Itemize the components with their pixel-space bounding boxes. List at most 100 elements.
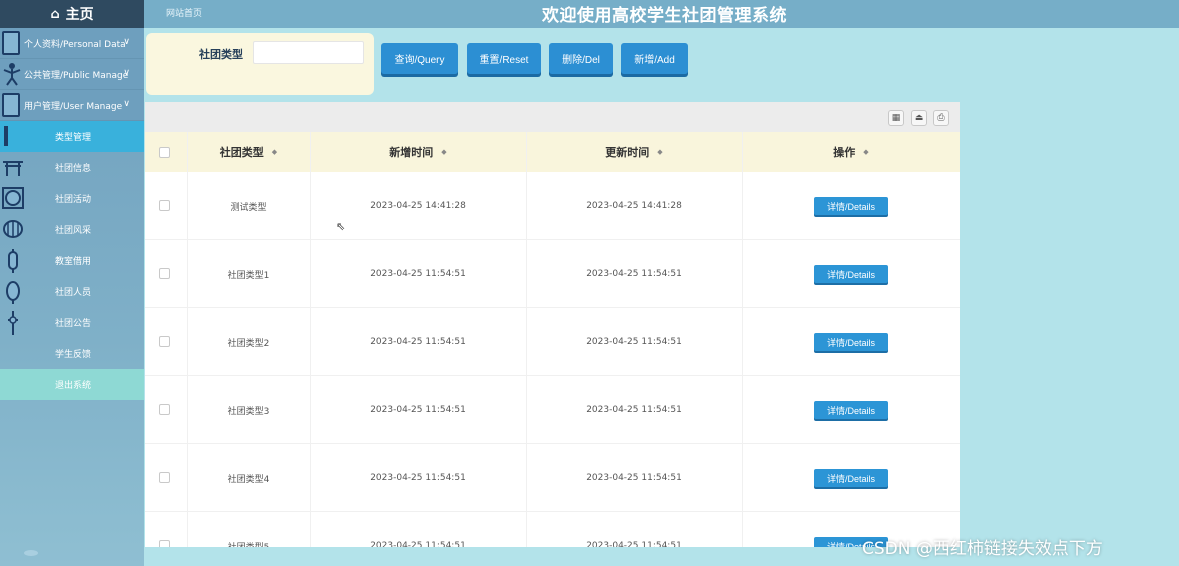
- cell-type: 社团类型4: [227, 474, 270, 485]
- column-header-label: 新增时间: [389, 146, 434, 159]
- decorative-dot: [24, 550, 38, 556]
- column-header-type[interactable]: 社团类型 ◆: [187, 132, 310, 172]
- cell-type: 社团类型2: [227, 338, 270, 349]
- table-row: 社团类型3 2023-04-25 11:54:51 2023-04-25 11:54…: [145, 376, 960, 444]
- page-title: 欢迎使用高校学生社团管理系统: [542, 6, 787, 26]
- sidebar-item-club-info[interactable]: 社团信息: [0, 152, 144, 183]
- column-header-created[interactable]: 新增时间 ◆: [310, 132, 526, 172]
- cell-created: 2023-04-25 11:54:51: [370, 541, 466, 547]
- sidebar-item-label: 社团风采: [55, 226, 92, 236]
- sidebar-item-type-manage[interactable]: 类型管理: [0, 121, 144, 152]
- gate-icon: [2, 156, 23, 178]
- cell-updated: 2023-04-25 11:54:51: [586, 541, 682, 547]
- chevron-down-icon: ∨: [123, 37, 130, 47]
- sidebar-item-label: 社团信息: [55, 164, 92, 174]
- details-button[interactable]: 详情/Details: [814, 401, 888, 419]
- sidebar-item-club-activity[interactable]: 社团活动: [0, 183, 144, 214]
- sidebar-item-label: 类型管理: [55, 133, 92, 143]
- cell-type: 社团类型1: [227, 270, 270, 281]
- sidebar-group-user-manage[interactable]: 用户管理/User Manage ∨: [0, 90, 144, 121]
- search-label: 社团类型: [199, 48, 243, 61]
- sidebar-item-club-notice[interactable]: 社团公告: [0, 307, 144, 338]
- details-button[interactable]: 详情/Details: [814, 265, 888, 283]
- sidebar: ⌂ 主页 个人资料/Personal Data ∨ 公共管理/Public Ma…: [0, 0, 144, 566]
- lantern-icon: [2, 280, 22, 304]
- mouse-cursor-icon: ⇖: [336, 220, 346, 233]
- table-header: 社团类型 ◆ 新增时间 ◆ 更新时间 ◆ 操作 ◆: [145, 132, 960, 172]
- details-button[interactable]: 详情/Details: [814, 333, 888, 351]
- column-header-label: 更新时间: [605, 146, 650, 159]
- sidebar-item-label: 社团公告: [55, 319, 92, 329]
- sidebar-item-label: 学生反馈: [55, 350, 92, 360]
- sidebar-group-label: 用户管理/User Manage: [24, 101, 123, 112]
- document-icon: [2, 93, 20, 117]
- capsule-icon: [2, 249, 22, 273]
- watermark: CSDN @西红柿链接失效点下方: [862, 539, 1103, 559]
- home-icon: ⌂: [50, 6, 60, 22]
- chevron-down-icon: ∨: [123, 68, 130, 78]
- cell-updated: 2023-04-25 11:54:51: [586, 405, 682, 415]
- table-row: 社团类型2 2023-04-25 11:54:51 2023-04-25 11:54…: [145, 308, 960, 376]
- details-button[interactable]: 详情/Details: [814, 197, 888, 215]
- sidebar-item-club-style[interactable]: 社团风采: [0, 214, 144, 245]
- sidebar-item-label: 社团人员: [55, 288, 92, 298]
- cell-actions: 详情/Details: [742, 376, 960, 444]
- row-checkbox[interactable]: [159, 540, 170, 547]
- cell-updated: 2023-04-25 11:54:51: [586, 473, 682, 483]
- home-label: 主页: [65, 7, 94, 23]
- sidebar-item-label: 退出系统: [55, 381, 92, 391]
- cell-type: 社团类型3: [227, 406, 270, 417]
- cell-actions: 详情/Details: [742, 240, 960, 308]
- sort-icon: ◆: [657, 148, 663, 156]
- sidebar-item-logout[interactable]: 退出系统: [0, 369, 144, 400]
- columns-icon[interactable]: ▦: [888, 110, 904, 126]
- cell-updated: 2023-04-25 11:54:51: [586, 269, 682, 279]
- sort-icon: ◆: [271, 148, 278, 156]
- sort-icon: ◆: [863, 148, 869, 156]
- column-header-updated[interactable]: 更新时间 ◆: [526, 132, 742, 172]
- sidebar-group-label: 公共管理/Public Manage: [24, 70, 129, 81]
- sidebar-item-student-feedback[interactable]: 学生反馈: [0, 338, 144, 369]
- home-link[interactable]: ⌂ 主页: [0, 0, 144, 28]
- table-toolbar: ▦ ⏏ ⎙: [145, 102, 960, 132]
- cell-updated: 2023-04-25 11:54:51: [586, 337, 682, 347]
- bar-icon: [2, 125, 22, 147]
- cell-actions: 详情/Details: [742, 444, 960, 512]
- document-icon: [2, 31, 20, 55]
- sidebar-item-club-members[interactable]: 社团人员: [0, 276, 144, 307]
- pin-icon: [2, 311, 22, 335]
- column-header-label: 社团类型: [219, 146, 264, 159]
- sidebar-item-label: 社团活动: [55, 195, 92, 205]
- column-header-label: 操作: [833, 146, 856, 159]
- search-panel: 社团类型: [146, 33, 374, 95]
- add-button[interactable]: 新增/Add: [621, 43, 688, 74]
- sort-icon: ◆: [441, 148, 447, 156]
- select-all-checkbox[interactable]: [159, 147, 170, 158]
- query-button[interactable]: 查询/Query: [381, 43, 458, 74]
- cell-type: 测试类型: [230, 202, 267, 213]
- club-type-search-input[interactable]: [253, 41, 364, 64]
- row-checkbox[interactable]: [159, 200, 170, 211]
- row-checkbox[interactable]: [159, 472, 170, 483]
- cell-updated: 2023-04-25 14:41:28: [586, 201, 682, 211]
- print-icon[interactable]: ⎙: [933, 110, 949, 126]
- reset-button[interactable]: 重置/Reset: [467, 43, 541, 74]
- export-icon[interactable]: ⏏: [911, 110, 927, 126]
- sidebar-group-personal-data[interactable]: 个人资料/Personal Data ∨: [0, 28, 144, 59]
- table-row: 社团类型1 2023-04-25 11:54:51 2023-04-25 11:54…: [145, 240, 960, 308]
- circle-frame-icon: [2, 187, 24, 209]
- column-header-actions[interactable]: 操作 ◆: [742, 132, 960, 172]
- delete-button[interactable]: 删除/Del: [549, 43, 613, 74]
- lantern-icon: [2, 218, 23, 240]
- row-checkbox[interactable]: [159, 404, 170, 415]
- breadcrumb[interactable]: 网站首页: [166, 6, 202, 19]
- sidebar-item-classroom-borrow[interactable]: 教室借用: [0, 245, 144, 276]
- table-row: 社团类型4 2023-04-25 11:54:51 2023-04-25 11:54…: [145, 444, 960, 512]
- row-checkbox[interactable]: [159, 268, 170, 279]
- sidebar-group-public-manage[interactable]: 公共管理/Public Manage ∨: [0, 59, 144, 90]
- details-button[interactable]: 详情/Details: [814, 469, 888, 487]
- row-checkbox[interactable]: [159, 336, 170, 347]
- cell-created: 2023-04-25 11:54:51: [370, 269, 466, 279]
- table-row: 社团类型5 2023-04-25 11:54:51 2023-04-25 11:54…: [145, 512, 960, 547]
- person-icon: [2, 62, 21, 86]
